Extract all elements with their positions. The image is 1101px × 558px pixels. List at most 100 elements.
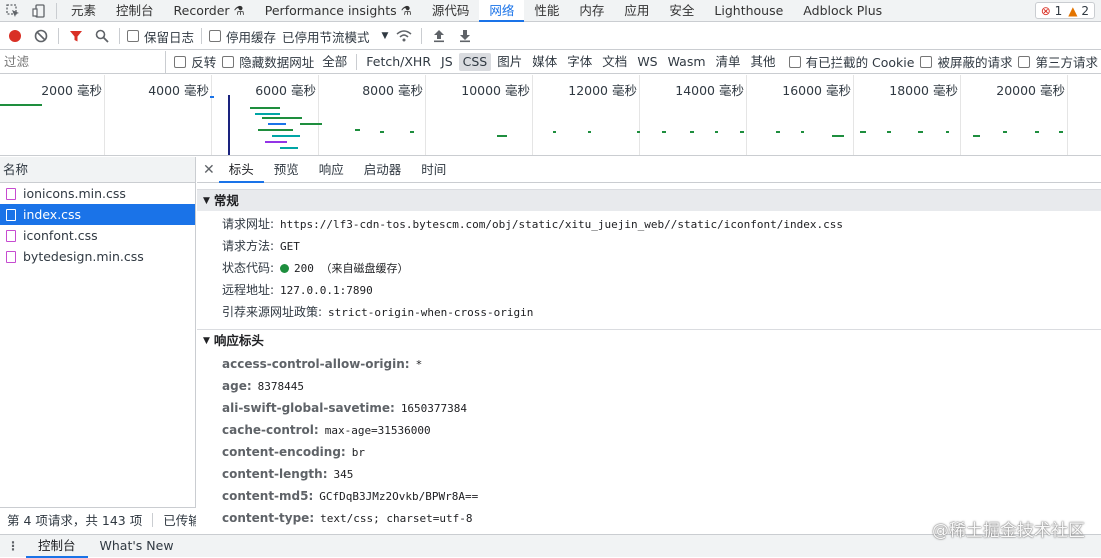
tab-memory[interactable]: 内存 [569,0,614,22]
drawer-menu-icon[interactable]: ⋮ [0,539,26,553]
blocked-requests-checkbox[interactable]: 被屏蔽的请求 [920,52,1012,71]
header-value[interactable]: GCfDqB3JMz2Ovkb/BPWr8A== [319,490,478,503]
preserve-log-label: 保留日志 [144,29,195,45]
header-value[interactable]: 200 （来自磁盘缓存） [294,262,409,275]
tab-timing[interactable]: 时间 [411,157,456,183]
general-section: 请求网址: https://lf3-cdn-tos.bytescm.com/obj… [197,211,1101,323]
timeline-segment [262,117,302,119]
header-value[interactable]: text/css; charset=utf-8 [320,512,472,525]
header-value[interactable]: strict-origin-when-cross-origin [328,306,533,319]
filter-icon[interactable] [63,25,89,47]
details-tab-bar: ✕ 标头 预览 响应 启动器 时间 [197,157,1101,183]
header-value[interactable]: 127.0.0.1:7890 [280,284,373,297]
clear-icon[interactable] [28,25,54,47]
network-conditions-icon[interactable] [391,25,417,47]
timeline-segment [860,131,866,133]
tab-security[interactable]: 安全 [659,0,704,22]
request-row-selected[interactable]: index.css [0,204,195,225]
name-column-header[interactable]: 名称 [0,157,195,183]
filter-type-wasm[interactable]: Wasm [664,53,710,71]
inspect-element-icon[interactable] [0,0,26,22]
filter-type-css[interactable]: CSS [458,52,492,71]
filter-type-fetch-xhr[interactable]: Fetch/XHR [362,53,435,71]
tab-network[interactable]: 网络 [479,0,525,22]
tab-headers[interactable]: 标头 [218,157,264,183]
checkbox-box[interactable] [788,55,801,68]
tab-lighthouse[interactable]: Lighthouse [704,0,793,22]
filter-input[interactable] [0,50,167,73]
record-icon[interactable] [2,25,28,47]
divider [356,53,358,70]
header-value[interactable]: 8378445 [258,380,304,393]
filter-type-media[interactable]: 媒体 [528,53,561,71]
tab-sources[interactable]: 源代码 [422,0,480,22]
tab-recorder[interactable]: Recorder ⚗ [164,0,255,22]
filter-type-manifest[interactable]: 清单 [712,53,745,71]
throttling-select[interactable]: 已停用节流模式 ▼ [282,27,388,46]
tab-preview[interactable]: 预览 [264,157,309,183]
header-value[interactable]: GET [280,240,300,253]
general-section-header[interactable]: ▼ 常规 [197,189,1101,211]
close-icon[interactable]: ✕ [203,162,215,178]
filter-type-doc[interactable]: 文档 [598,53,631,71]
network-overview-timeline[interactable]: 2000 毫秒 4000 毫秒 6000 毫秒 8000 毫秒 10000 毫秒… [0,75,1101,156]
hide-data-urls-checkbox[interactable]: 隐藏数据网址 [222,52,314,71]
tab-adblock-plus[interactable]: Adblock Plus [793,0,892,22]
tab-application[interactable]: 应用 [614,0,659,22]
header-value[interactable]: https://lf3-cdn-tos.bytescm.com/obj/stat… [280,218,843,231]
export-har-icon[interactable] [452,25,478,47]
tick-label: 2000 毫秒 [41,83,102,98]
header-value[interactable]: br [352,446,365,459]
drawer-tab-whats-new[interactable]: What's New [88,535,186,558]
response-headers-section-header[interactable]: ▼ 响应标头 [197,329,1101,351]
filter-type-ws[interactable]: WS [633,53,661,71]
timeline-segment [268,123,286,125]
tab-elements[interactable]: 元素 [61,0,106,22]
checkbox-box[interactable] [209,30,222,42]
filter-type-other[interactable]: 其他 [747,53,780,71]
filter-type-all[interactable]: 全部 [318,53,351,71]
checkbox-box[interactable] [127,30,139,42]
device-toolbar-icon[interactable] [26,0,52,22]
checkbox-box[interactable] [174,55,187,68]
preserve-log-checkbox[interactable]: 保留日志 [127,27,194,46]
gridline [746,75,747,155]
header-value[interactable]: max-age=31536000 [325,424,431,437]
search-icon[interactable] [89,25,115,47]
third-party-checkbox[interactable]: 第三方请求 [1018,52,1098,71]
import-har-icon[interactable] [426,25,452,47]
header-value[interactable]: 345 [334,468,354,481]
timeline-segment [801,131,804,133]
request-row[interactable]: ionicons.min.css [0,183,195,204]
filter-type-js[interactable]: JS [437,53,457,71]
filter-type-img[interactable]: 图片 [493,53,526,71]
header-key: access-control-allow-origin: [222,357,410,371]
header-key: 引荐来源网址政策: [222,305,323,319]
status-footer: 第 4 项请求，共 143 项 已传输 ( [0,507,196,533]
disable-cache-checkbox[interactable]: 停用缓存 [209,27,276,46]
header-value[interactable]: * [416,358,423,371]
blocked-cookies-checkbox[interactable]: 有已拦截的 Cookie [788,52,915,71]
tab-performance[interactable]: 性能 [524,0,569,22]
header-value[interactable]: 1650377384 [401,402,467,415]
tab-initiator[interactable]: 启动器 [354,157,412,183]
divider [201,28,203,44]
checkbox-box[interactable] [920,55,933,68]
tab-console[interactable]: 控制台 [106,0,164,22]
general-row-method: 请求方法: GET [197,235,1101,257]
issues-counter[interactable]: ⊗ 1 ▲ 2 [1034,2,1095,19]
filter-type-font[interactable]: 字体 [563,53,596,71]
tab-response[interactable]: 响应 [309,157,354,183]
request-row[interactable]: bytedesign.min.css [0,246,195,267]
checkbox-box[interactable] [222,55,235,68]
css-file-icon [6,187,16,200]
invert-checkbox[interactable]: 反转 [174,52,216,71]
request-row[interactable]: iconfont.css [0,225,195,246]
drawer-tab-console[interactable]: 控制台 [26,535,88,558]
timeline-segment [740,131,744,133]
timeline-segment [410,131,414,133]
tick-label: 12000 毫秒 [568,83,637,98]
tab-performance-insights[interactable]: Performance insights ⚗ [255,0,422,22]
blocked-cookies-label: 有已拦截的 Cookie [805,55,915,70]
checkbox-box[interactable] [1018,55,1031,68]
